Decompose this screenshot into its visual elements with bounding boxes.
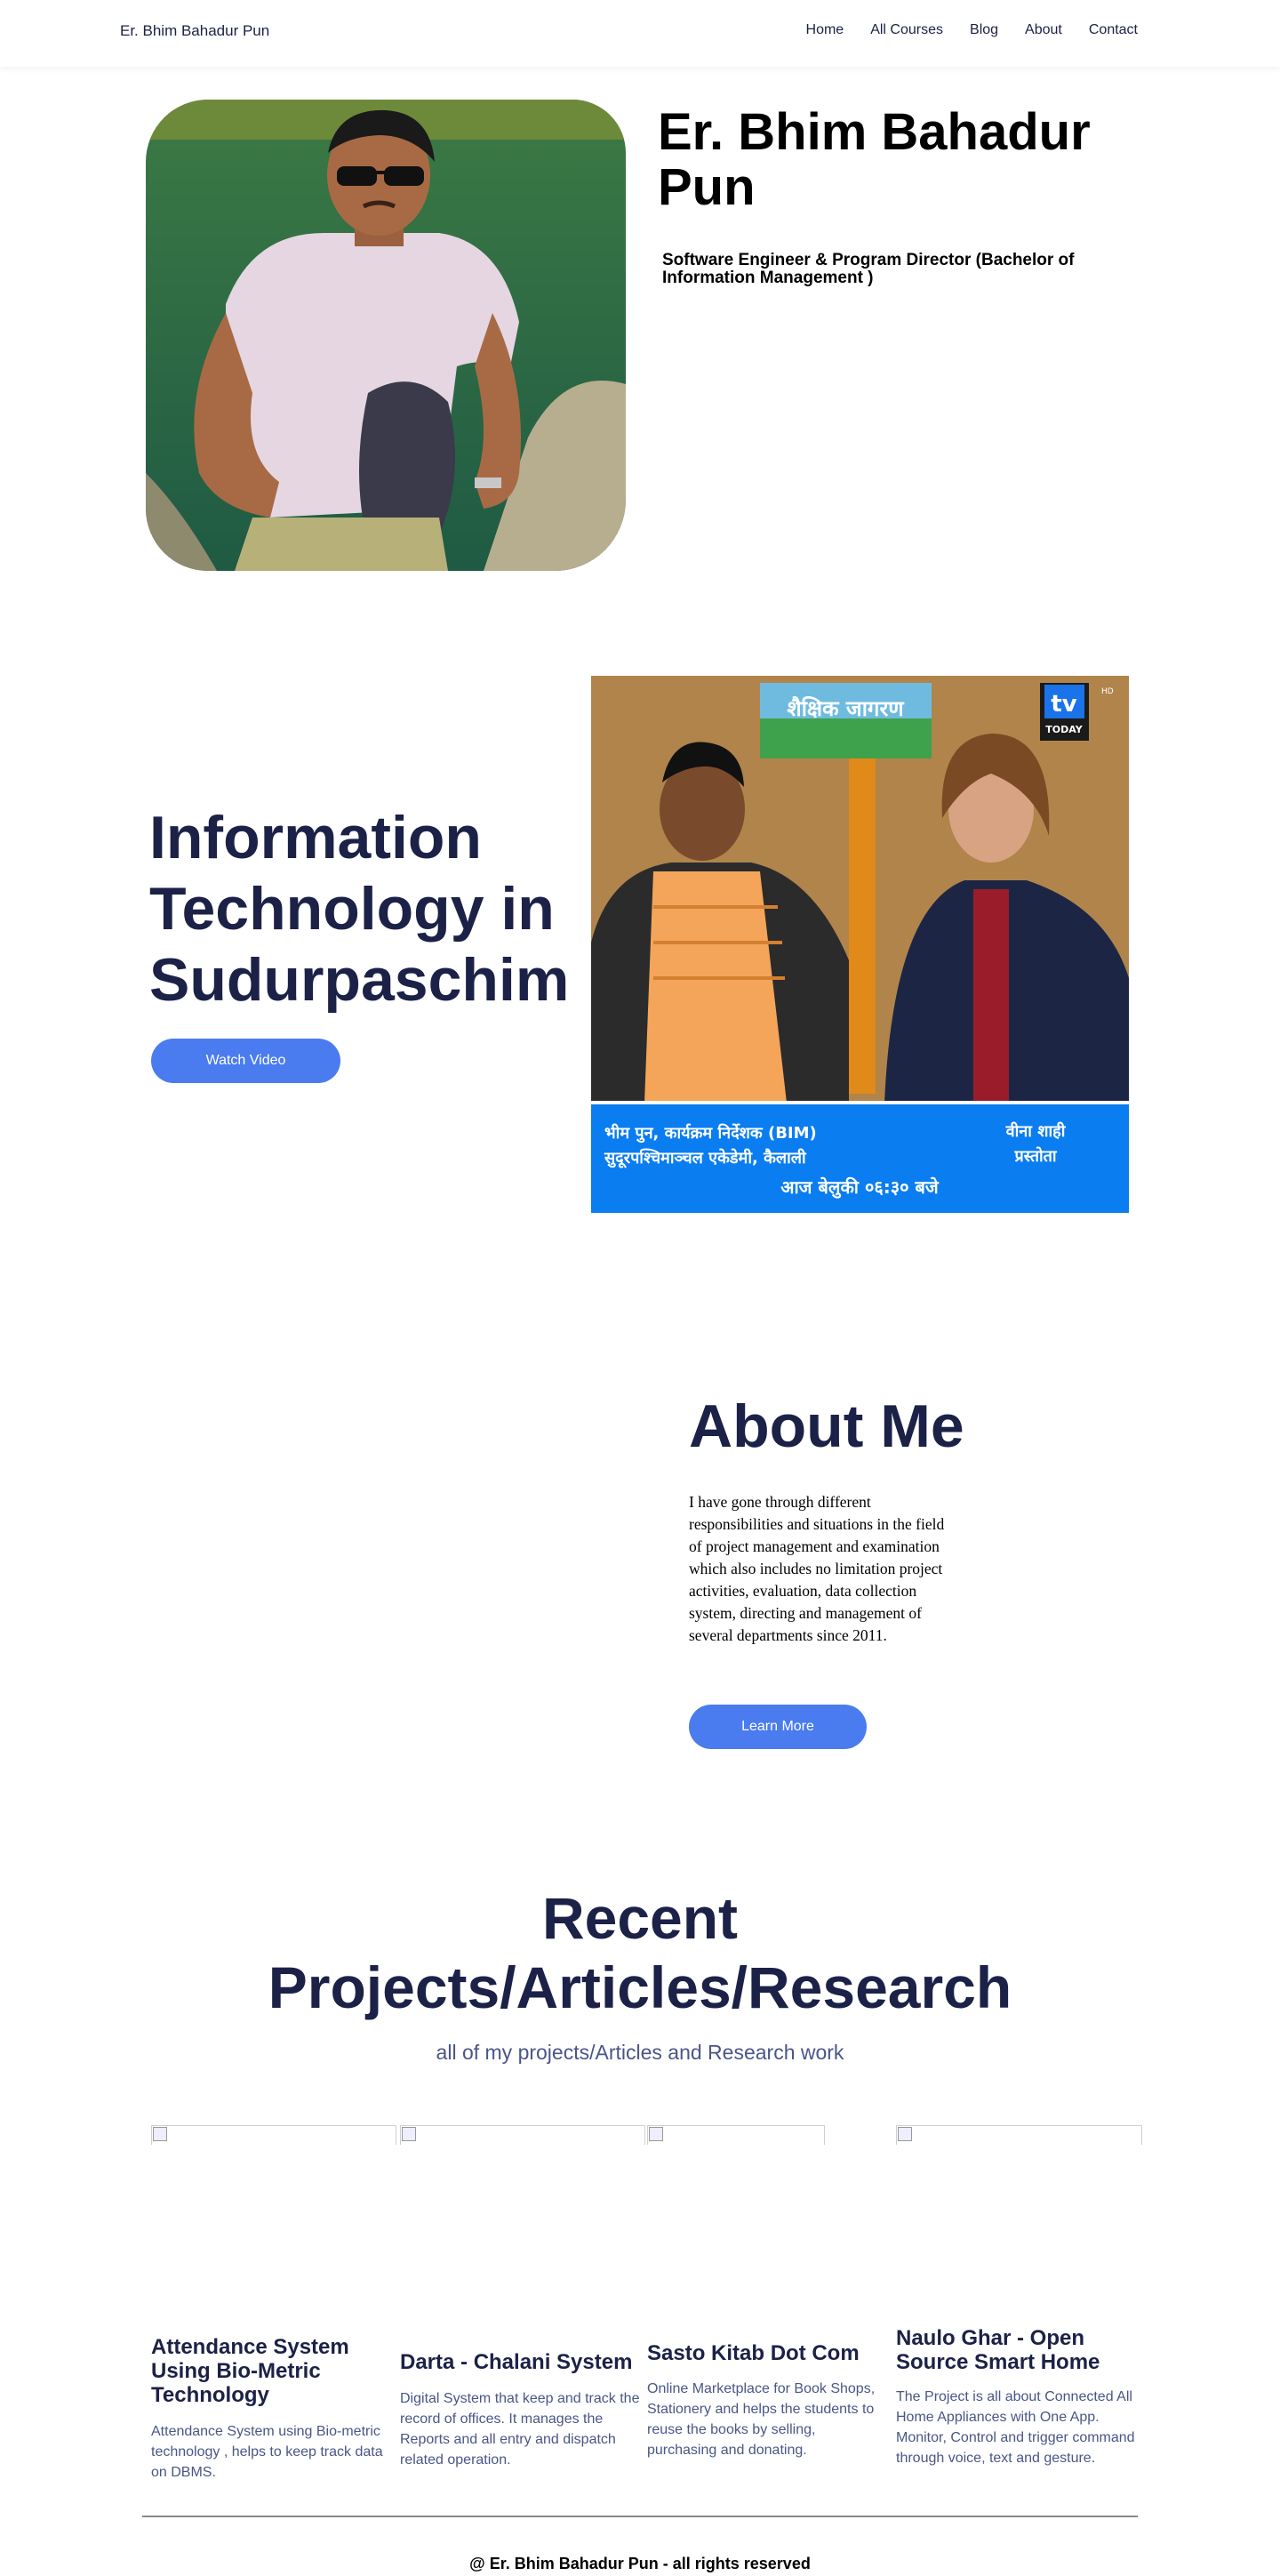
- top-navbar: Er. Bhim Bahadur Pun Home All Courses Bl…: [0, 0, 1280, 67]
- project-desc-3: Online Marketplace for Book Shops, Stati…: [647, 2381, 876, 2458]
- broken-image-icon: [649, 2127, 663, 2141]
- projects-subtitle: all of my projects/Articles and Research…: [436, 2041, 844, 2064]
- thumb-host-name: वीना शाही: [1005, 1121, 1067, 1141]
- thumb-logo-text: शैक्षिक जागरण: [787, 696, 905, 721]
- hero-subtitle: Software Engineer & Program Director (Ba…: [662, 251, 1075, 287]
- svg-text:TODAY: TODAY: [1045, 724, 1083, 735]
- svg-text:HD: HD: [1101, 687, 1114, 696]
- thumb-guest-line: भीम पुन, कार्यक्रम निर्देशक (BIM): [604, 1123, 817, 1144]
- nav-link-blog[interactable]: Blog: [970, 22, 998, 38]
- project-desc-2: Digital System that keep and track the r…: [400, 2391, 640, 2468]
- project-desc-1: Attendance System using Bio-metric techn…: [151, 2424, 383, 2480]
- thumb-host-role: प्रस्तोता: [1013, 1146, 1057, 1166]
- hero-name-heading: Er. Bhim Bahadur Pun: [658, 103, 1091, 216]
- project-image-2[interactable]: [400, 2125, 645, 2145]
- broken-image-icon: [898, 2127, 912, 2141]
- project-image-3[interactable]: [647, 2125, 825, 2145]
- learn-more-button[interactable]: Learn More: [689, 1705, 867, 1749]
- nav-link-all-courses[interactable]: All Courses: [870, 22, 943, 38]
- project-title-2[interactable]: Darta - Chalani System: [400, 2350, 649, 2374]
- about-title: About Me: [689, 1392, 964, 1460]
- footer-copyright: @ Er. Bhim Bahadur Pun - all rights rese…: [469, 2555, 811, 2572]
- projects-title: Recent Projects/Articles/Research: [268, 1885, 1012, 2020]
- brand-name[interactable]: Er. Bhim Bahadur Pun: [120, 22, 269, 40]
- thumb-time: आज बेलुकी ०६:३० बजे: [780, 1176, 940, 1199]
- video-thumbnail[interactable]: शैक्षिक जागरण tv TODAY HD भीम पुन, कार्य…: [591, 676, 1129, 1213]
- about-text: I have gone through different responsibi…: [689, 1493, 945, 1644]
- broken-image-icon: [153, 2127, 167, 2141]
- svg-text:tv: tv: [1051, 691, 1076, 718]
- nav-link-contact[interactable]: Contact: [1089, 22, 1138, 38]
- project-title-3[interactable]: Sasto Kitab Dot Com: [647, 2341, 896, 2365]
- broken-image-icon: [402, 2127, 416, 2141]
- project-image-1[interactable]: [151, 2125, 396, 2145]
- project-title-1[interactable]: Attendance System Using Bio-Metric Techn…: [151, 2335, 391, 2407]
- project-title-4[interactable]: Naulo Ghar - Open Source Smart Home: [896, 2326, 1136, 2374]
- footer-divider: [142, 2516, 1138, 2517]
- nav-link-about[interactable]: About: [1025, 22, 1062, 38]
- profile-photo: [146, 100, 626, 571]
- nav-link-home[interactable]: Home: [806, 22, 844, 38]
- watch-video-button[interactable]: Watch Video: [151, 1039, 340, 1083]
- nav-links: Home All Courses Blog About Contact: [806, 22, 1138, 38]
- project-image-4[interactable]: [896, 2125, 1142, 2145]
- video-section-title: Information Technology in Sudurpaschim: [149, 804, 570, 1014]
- thumb-org-line: सुदूरपश्चिमाञ्चल एकेडेमी, कैलाली: [604, 1148, 807, 1168]
- project-desc-4: The Project is all about Connected All H…: [896, 2389, 1135, 2466]
